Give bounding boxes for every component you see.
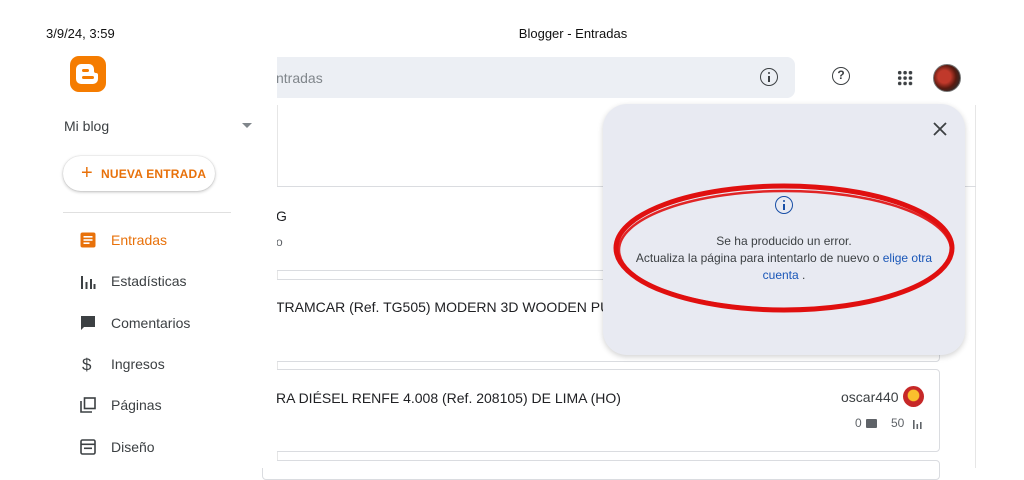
sidebar-item-label: Diseño: [111, 439, 155, 455]
post-row[interactable]: [262, 369, 940, 452]
blog-selector[interactable]: Mi blog: [64, 118, 109, 134]
posts-icon: [80, 232, 96, 248]
help-icon[interactable]: ?: [832, 67, 850, 85]
sidebar-item-label: Comentarios: [111, 315, 191, 331]
post-row[interactable]: [262, 460, 940, 480]
comments-icon: [81, 316, 95, 330]
sidebar-item-ingresos[interactable]: [63, 345, 277, 383]
new-post-label: NUEVA ENTRADA: [101, 167, 207, 181]
sidebar-item-label: Páginas: [111, 397, 162, 413]
comment-count: 0: [855, 416, 862, 430]
post-title: G: [276, 208, 287, 224]
stats-icon: [81, 276, 96, 289]
close-icon[interactable]: [930, 119, 950, 139]
post-title: RA DIÉSEL RENFE 4.008 (Ref. 208105) DE L…: [276, 390, 621, 406]
search-bar[interactable]: [262, 57, 795, 98]
post-title: TRAMCAR (Ref. TG505) MODERN 3D WOODEN PU…: [276, 299, 628, 315]
view-count: 50: [891, 416, 905, 430]
pages-icon: [80, 397, 96, 413]
plus-icon: +: [81, 162, 93, 184]
blogger-logo-icon[interactable]: [70, 56, 106, 92]
sidebar-item-label: Ingresos: [111, 356, 165, 372]
chevron-down-icon[interactable]: [242, 123, 252, 128]
post-author: oscar440: [841, 389, 899, 405]
print-title: Blogger - Entradas: [518, 26, 628, 41]
sidebar-divider: [63, 212, 231, 213]
sidebar-item-label: Entradas: [111, 232, 168, 248]
sidebar-item-label: Estadísticas: [111, 273, 187, 289]
account-avatar[interactable]: [933, 64, 961, 92]
post-status: o: [276, 235, 283, 249]
stats-icon: [913, 420, 922, 429]
annotation-ellipse: [613, 183, 955, 313]
dollar-icon: $: [82, 355, 92, 374]
apps-grid-icon[interactable]: [897, 70, 913, 86]
info-icon[interactable]: [760, 68, 778, 86]
search-input[interactable]: ntradas: [276, 70, 323, 86]
layout-icon: [80, 439, 96, 455]
author-avatar: [903, 386, 924, 407]
comment-icon: [866, 419, 877, 428]
